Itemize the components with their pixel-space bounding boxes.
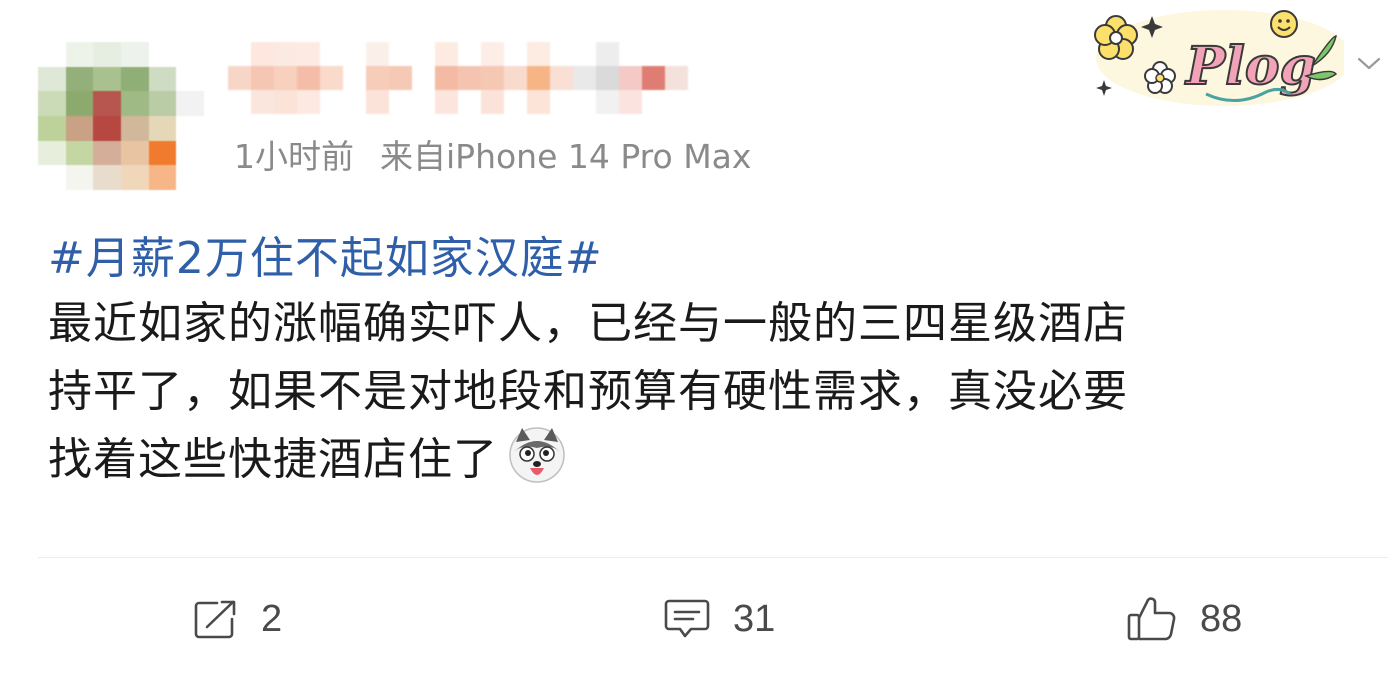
post-meta: 1小时前 来自iPhone 14 Pro Max [234,130,751,178]
post-time[interactable]: 1小时前 [234,137,354,176]
topic-hashtag[interactable]: #月薪2万住不起如家汉庭# [48,222,603,286]
post-line: 最近如家的涨幅确实吓人，已经与一般的三四星级酒店 [48,298,1128,349]
smiley-icon [1270,10,1298,38]
post-line: 持平了，如果不是对地段和预算有硬性需求，真没必要 [48,366,1128,417]
post-line-text: 找着这些快捷酒店住了 [48,434,498,485]
post-source: 来自iPhone 14 Pro Max [380,137,752,176]
divider [38,557,1388,558]
comment-count: 31 [733,597,776,640]
repost-button[interactable]: 2 [193,594,282,644]
plog-sticker: Plog [1094,10,1344,106]
sticker-text: Plog [1184,36,1316,97]
post-content: 最近如家的涨幅确实吓人，已经与一般的三四星级酒店 持平了，如果不是对地段和预算有… [48,290,1368,494]
chevron-down-icon[interactable] [1356,54,1382,74]
username-blurred[interactable] [228,42,688,114]
comment-icon [664,599,710,638]
repost-icon [194,600,236,639]
thumbs-up-icon [1127,597,1176,641]
repost-count: 2 [261,597,283,640]
sparkle-icon [1096,80,1112,96]
weibo-post: 1小时前 来自iPhone 14 Pro Max Plog #月薪2万住不起如家… [0,0,1388,678]
comment-button[interactable]: 31 [663,594,775,644]
avatar[interactable] [38,42,204,190]
husky-dog-emoji-icon [509,427,565,483]
flower-icon [1094,15,1138,60]
post-line-with-emoji: 找着这些快捷酒店住了 [48,426,1368,494]
like-count: 88 [1200,597,1243,640]
like-button[interactable]: 88 [1126,594,1242,644]
